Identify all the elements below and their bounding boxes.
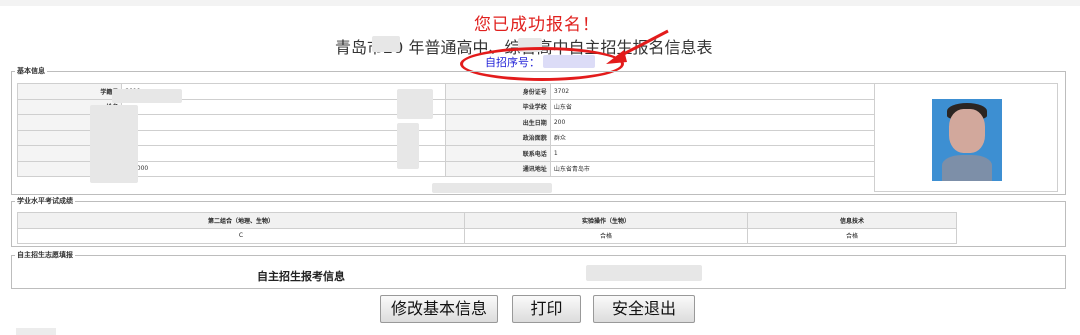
redacted-address [432, 183, 552, 193]
top-strip [0, 0, 1080, 6]
redacted-personal-info [90, 105, 138, 183]
student-photo [932, 99, 1002, 181]
table-row: 联系手机 1 联系电话 1 [16, 145, 876, 162]
score-header-experiment: 实验操作（生物） [464, 212, 748, 229]
redacted-volunteer-info [586, 265, 702, 281]
school-value: 山东省 [549, 98, 876, 115]
annotation-arrow-icon [606, 29, 669, 64]
phone-value: 1 [549, 145, 876, 162]
address-value: 山东省青岛市 [549, 160, 876, 177]
basic-info-section: 基本信息 学籍号 2019 身份证号 3702 姓名 毕业学校 山东省 性别 出… [11, 67, 1066, 195]
volunteer-label: 自主招生报考信息 [257, 270, 345, 283]
volunteer-section: 自主招生志愿填报 自主招生报考信息 [11, 251, 1066, 289]
table-row: 邮政编码 266000 通讯地址 山东省青岛市 [16, 160, 876, 177]
modify-info-button[interactable]: 修改基本信息 [380, 295, 498, 323]
score-value-combination: C [17, 227, 465, 244]
volunteer-legend: 自主招生志愿填报 [17, 251, 73, 259]
birth-date-label: 出生日期 [445, 114, 551, 131]
redacted-birth-phone [397, 123, 419, 169]
political-status-label: 政治面貌 [445, 129, 551, 146]
exit-button[interactable]: 安全退出 [593, 295, 695, 323]
photo-cell [874, 83, 1058, 192]
address-label: 通讯地址 [445, 160, 551, 177]
table-row: C 合格 合格 [17, 227, 957, 244]
score-value-experiment: 合格 [464, 227, 748, 244]
basic-info-legend: 基本信息 [17, 67, 45, 75]
redacted-year [372, 36, 400, 52]
table-row: 第二组合（地理、生物） 实验操作（生物） 信息技术 [17, 212, 957, 229]
score-header-it: 信息技术 [747, 212, 957, 229]
table-row: 性别 出生日期 200 [16, 114, 876, 131]
footer-stub [16, 328, 56, 335]
academic-scores-section: 学业水平考试成绩 第二组合（地理、生物） 实验操作（生物） 信息技术 C 合格 … [11, 197, 1066, 247]
success-message: 您已成功报名！ [474, 15, 600, 35]
scores-table: 第二组合（地理、生物） 实验操作（生物） 信息技术 C 合格 合格 [17, 212, 957, 244]
id-card-value: 3702 [549, 83, 876, 100]
phone-label: 联系电话 [445, 145, 551, 162]
academic-scores-legend: 学业水平考试成绩 [17, 197, 73, 205]
political-status-value: 群众 [549, 129, 876, 146]
birth-date-value: 200 [549, 114, 876, 131]
id-card-label: 身份证号 [445, 83, 551, 100]
redacted-student-id [112, 89, 182, 103]
redacted-id-school [397, 89, 433, 119]
print-button[interactable]: 打印 [512, 295, 581, 323]
score-value-it: 合格 [747, 227, 957, 244]
score-header-combination: 第二组合（地理、生物） [17, 212, 465, 229]
student-id-label: 学籍号 [16, 83, 123, 100]
school-label: 毕业学校 [445, 98, 551, 115]
table-row: 民族 政治面貌 群众 [16, 129, 876, 146]
